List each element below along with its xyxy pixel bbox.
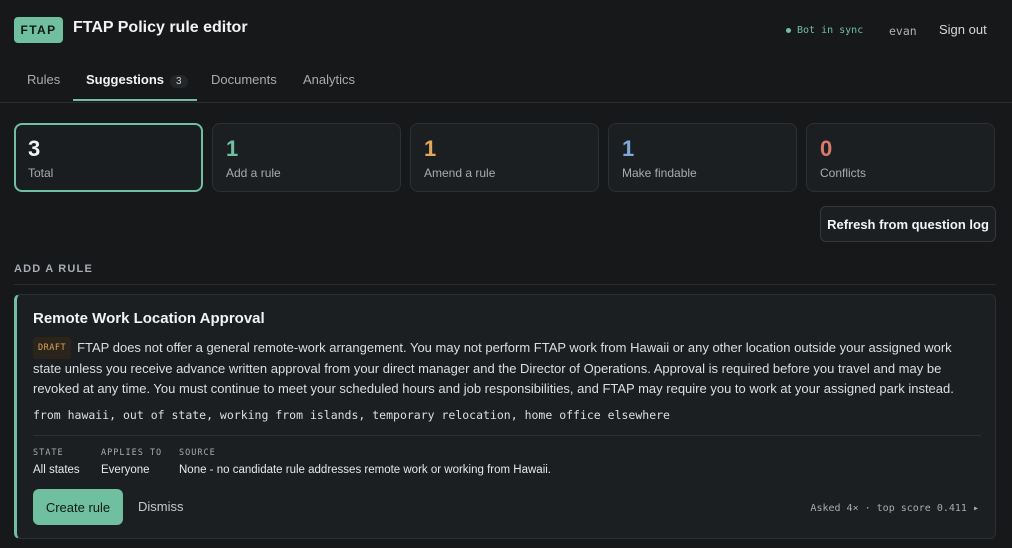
meta-source: SOURCE None - no candidate rule addresse… bbox=[179, 448, 551, 476]
section-divider bbox=[14, 284, 996, 285]
sync-status: Bot in sync bbox=[786, 25, 863, 36]
tab-suggestions-count: 3 bbox=[170, 75, 188, 88]
current-user: evan bbox=[889, 24, 917, 38]
meta-applies-label: APPLIES TO bbox=[101, 448, 163, 458]
page-title: FTAP Policy rule editor bbox=[73, 19, 248, 36]
meta-applies-value: Everyone bbox=[101, 464, 150, 476]
meta-source-label: SOURCE bbox=[179, 448, 216, 458]
stat-label: Amend a rule bbox=[424, 166, 496, 180]
suggestion-body: DRAFT FTAP does not offer a general remot… bbox=[33, 337, 983, 399]
suggestion-card: Remote Work Location Approval DRAFT FTAP … bbox=[14, 294, 996, 539]
stat-label: Total bbox=[28, 166, 54, 180]
meta-applies-to: APPLIES TO Everyone bbox=[101, 448, 162, 476]
stat-card-total[interactable]: 3 Total bbox=[14, 123, 203, 192]
tab-rules[interactable]: Rules bbox=[27, 72, 60, 87]
tab-analytics[interactable]: Analytics bbox=[303, 72, 355, 87]
status-dot-icon bbox=[786, 28, 791, 33]
stat-value: 3 bbox=[28, 136, 41, 161]
stat-value: 1 bbox=[424, 136, 437, 161]
stat-label: Add a rule bbox=[226, 166, 281, 180]
meta-source-value: None - no candidate rule addresses remot… bbox=[179, 464, 551, 476]
suggestion-keywords: from hawaii, out of state, working from … bbox=[33, 408, 670, 422]
stat-value: 1 bbox=[622, 136, 635, 161]
dismiss-button[interactable]: Dismiss bbox=[138, 499, 184, 514]
meta-state-value: All states bbox=[33, 464, 80, 476]
active-tab-indicator bbox=[73, 99, 197, 101]
stat-value: 1 bbox=[226, 136, 239, 161]
refresh-from-question-log-button[interactable]: Refresh from question log bbox=[820, 206, 996, 242]
sync-status-text: Bot in sync bbox=[797, 25, 864, 36]
suggestion-title: Remote Work Location Approval bbox=[33, 310, 265, 327]
stat-card-make-findable[interactable]: 1 Make findable bbox=[608, 123, 797, 192]
stat-card-add-rule[interactable]: 1 Add a rule bbox=[212, 123, 401, 192]
tab-suggestions-label: Suggestions bbox=[86, 72, 165, 87]
stat-card-conflicts[interactable]: 0 Conflicts bbox=[806, 123, 995, 192]
asked-info-link[interactable]: Asked 4× · top score 0.411 ▸ bbox=[810, 503, 979, 514]
sign-out-link[interactable]: Sign out bbox=[939, 22, 987, 37]
tab-documents[interactable]: Documents bbox=[211, 72, 277, 87]
stat-card-amend-rule[interactable]: 1 Amend a rule bbox=[410, 123, 599, 192]
app-logo: FTAP bbox=[14, 17, 63, 43]
suggestion-text: FTAP does not offer a general remote-wor… bbox=[33, 340, 954, 396]
stat-value: 0 bbox=[820, 136, 833, 161]
section-heading: ADD A RULE bbox=[14, 263, 94, 275]
tab-suggestions[interactable]: Suggestions 3 bbox=[86, 72, 188, 88]
meta-divider bbox=[33, 435, 981, 436]
main-tabs: Rules Suggestions 3 Documents Analytics bbox=[0, 60, 1012, 103]
meta-state: STATE All states bbox=[33, 448, 80, 476]
draft-badge: DRAFT bbox=[33, 337, 72, 359]
stat-label: Make findable bbox=[622, 166, 697, 180]
stat-label: Conflicts bbox=[820, 166, 867, 180]
meta-state-label: STATE bbox=[33, 448, 64, 458]
create-rule-button[interactable]: Create rule bbox=[33, 489, 123, 525]
app-header: FTAP FTAP Policy rule editor Bot in sync… bbox=[0, 0, 1012, 60]
